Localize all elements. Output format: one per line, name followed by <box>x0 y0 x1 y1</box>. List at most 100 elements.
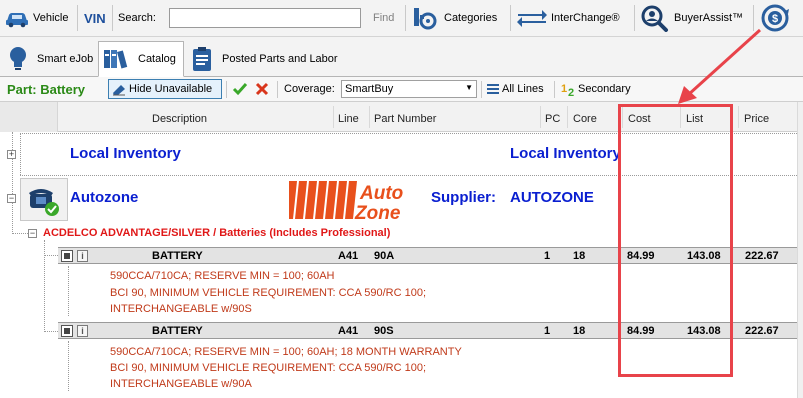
select-checkbox[interactable] <box>61 250 73 262</box>
column-price[interactable]: Price <box>744 102 769 132</box>
svg-text:2: 2 <box>568 87 574 97</box>
tree-line <box>44 331 58 332</box>
svg-text:$: $ <box>772 13 778 25</box>
tree-line <box>68 266 69 316</box>
clear-x-button[interactable] <box>255 77 269 101</box>
select-checkbox[interactable] <box>61 325 73 337</box>
part-number: 90A <box>374 250 395 262</box>
collapse-toggle[interactable]: − <box>28 229 37 238</box>
list-lines-icon <box>486 82 500 96</box>
supplier-value: AUTOZONE <box>510 189 594 206</box>
secondary-label: Secondary <box>578 83 631 95</box>
toolbar-divider <box>753 5 754 31</box>
column-line[interactable]: Line <box>338 102 359 132</box>
part-pc: 1 <box>544 325 551 337</box>
vehicle-label: Vehicle <box>33 12 69 24</box>
group-border <box>20 133 21 175</box>
eraser-icon <box>111 82 127 96</box>
column-core[interactable]: Core <box>573 102 597 132</box>
car-icon <box>4 8 30 28</box>
annotation-highlight-box <box>618 104 733 377</box>
coverage-label: Coverage: <box>284 83 335 95</box>
expand-toggle[interactable]: + <box>7 150 16 159</box>
column-description[interactable]: Description <box>152 102 207 132</box>
tab-label: Smart eJob <box>37 53 94 65</box>
part-number: 90S <box>374 325 394 337</box>
column-part-number[interactable]: Part Number <box>374 102 436 132</box>
toolbar-divider <box>77 5 78 31</box>
coverage-label-wrap: Coverage: <box>284 77 335 101</box>
toolbar-divider <box>405 5 406 31</box>
find-button[interactable]: Find <box>373 0 394 36</box>
lightbulb-icon <box>7 45 29 73</box>
filter-bar: Part: Battery Hide Unavailable Coverage:… <box>0 77 803 102</box>
books-icon <box>102 46 132 72</box>
part-detail-line: INTERCHANGEABLE w/90S <box>110 303 252 315</box>
coverage-select[interactable]: SmartBuy ▼ <box>341 80 477 98</box>
find-label: Find <box>373 12 395 24</box>
logo-text-top: Auto <box>359 183 403 204</box>
logo-text-bottom: Zone <box>354 203 401 221</box>
part-description: BATTERY <box>152 250 203 262</box>
svg-text:1: 1 <box>561 83 567 95</box>
part-price: 222.67 <box>745 325 779 337</box>
secondary-button[interactable]: 12 Secondary <box>560 77 631 101</box>
categories-button[interactable]: Categories <box>411 0 497 36</box>
buyerassist-label: BuyerAssist™ <box>674 12 744 24</box>
info-icon[interactable]: i <box>77 325 88 337</box>
grid-header-lead <box>0 102 58 132</box>
part-detail-line: INTERCHANGEABLE w/90A <box>110 378 252 390</box>
tab-bar: Smart eJob Catalog Posted Parts and Labo… <box>0 37 803 77</box>
all-lines-button[interactable]: All Lines <box>486 77 544 101</box>
dropdown-arrow-icon: ▼ <box>465 83 473 92</box>
buyerassist-button[interactable]: BuyerAssist™ <box>640 0 743 36</box>
hide-unavailable-button[interactable]: Hide Unavailable <box>108 79 222 99</box>
column-pc[interactable]: PC <box>545 102 560 132</box>
part-detail-line: BCI 90, MINIMUM VEHICLE REQUIREMENT: CCA… <box>110 362 427 374</box>
vin-button[interactable]: VIN <box>84 0 106 36</box>
column-divider <box>369 106 370 128</box>
tab-catalog[interactable]: Catalog <box>98 41 184 77</box>
categories-icon <box>411 5 441 31</box>
tab-posted-parts-labor[interactable]: Posted Parts and Labor <box>188 41 343 77</box>
column-divider <box>738 106 739 128</box>
interchange-button[interactable]: InterChange® <box>516 0 620 36</box>
part-line: A41 <box>338 325 359 337</box>
info-icon[interactable]: i <box>77 250 88 262</box>
part-core: 18 <box>573 250 586 262</box>
vehicle-button[interactable]: Vehicle <box>4 0 68 36</box>
supplier-icon-box <box>20 178 68 221</box>
dollar-refresh-icon: $ <box>759 2 791 34</box>
part-core: 18 <box>573 325 586 337</box>
clipboard-icon <box>190 45 214 73</box>
filter-divider <box>554 81 555 98</box>
search-input[interactable] <box>169 8 361 28</box>
phone-check-icon <box>27 183 61 217</box>
toolbar-divider <box>634 5 635 31</box>
part-label: Part: Battery <box>7 81 86 97</box>
tab-smart-ejob[interactable]: Smart eJob <box>4 41 96 77</box>
tab-label: Catalog <box>138 53 176 65</box>
magnifier-person-icon <box>640 4 670 32</box>
pricing-button[interactable]: $ <box>759 0 791 36</box>
local-inventory-label: Local Inventory <box>510 145 621 162</box>
one-two-icon: 12 <box>560 81 578 99</box>
part-line: A41 <box>338 250 359 262</box>
supplier-group-name: Autozone <box>70 189 139 206</box>
part-label-wrap: Part: Battery <box>7 77 85 101</box>
autozone-logo: Auto Zone <box>285 179 424 224</box>
tab-label: Posted Parts and Labor <box>222 53 338 65</box>
part-detail-line: 590CCA/710CA; RESERVE MIN = 100; 60AH; 1… <box>110 346 462 358</box>
column-divider <box>540 106 541 128</box>
apply-check-button[interactable] <box>232 77 248 101</box>
categories-label: Categories <box>444 12 498 24</box>
column-divider <box>567 106 568 128</box>
tree-line <box>44 240 45 330</box>
close-icon <box>255 82 269 96</box>
vertical-scrollbar[interactable] <box>797 102 803 398</box>
toolbar-divider <box>510 5 511 31</box>
all-lines-label: All Lines <box>502 83 544 95</box>
coverage-value: SmartBuy <box>345 83 394 95</box>
category-label: ACDELCO ADVANTAGE/SILVER / Batteries (In… <box>43 227 391 239</box>
collapse-toggle[interactable]: − <box>7 194 16 203</box>
